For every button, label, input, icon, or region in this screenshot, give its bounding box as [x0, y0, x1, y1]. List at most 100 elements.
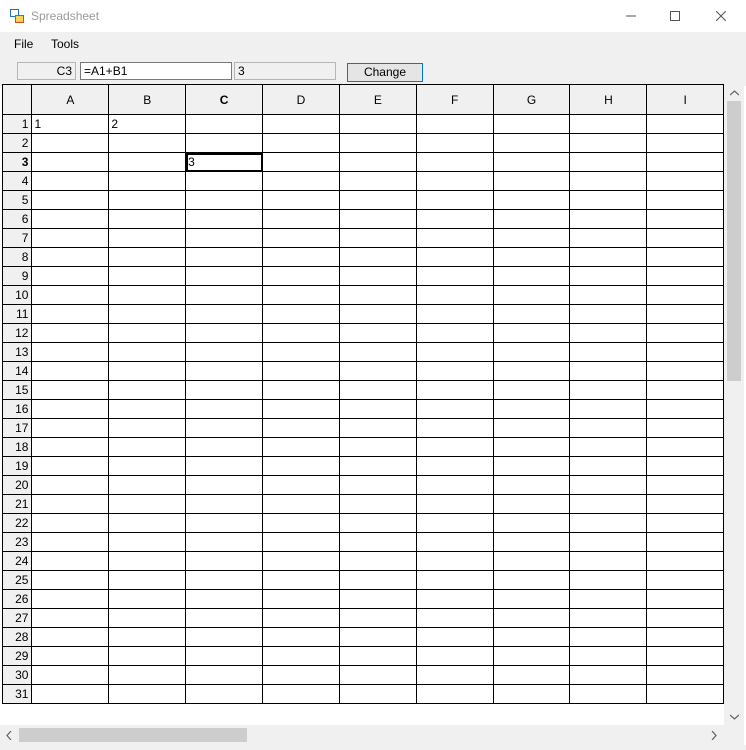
grid-cell[interactable] [108, 171, 187, 191]
grid-cell[interactable] [108, 323, 187, 343]
scroll-left-button[interactable] [0, 725, 17, 745]
grid-cell[interactable] [415, 133, 494, 153]
grid-cell[interactable] [262, 589, 340, 609]
row-header[interactable]: 25 [2, 570, 33, 590]
grid-cell[interactable] [646, 209, 724, 229]
grid-cell[interactable] [569, 494, 648, 514]
row-header[interactable]: 11 [2, 304, 33, 324]
grid-cell[interactable] [262, 247, 340, 267]
grid-cell[interactable] [338, 247, 417, 267]
grid-cell[interactable] [108, 646, 187, 666]
row-header[interactable]: 24 [2, 551, 33, 571]
grid-cell[interactable] [415, 475, 494, 495]
grid-cell[interactable] [569, 589, 648, 609]
grid-cell[interactable] [415, 342, 494, 362]
grid-cell[interactable] [185, 380, 264, 400]
grid-cell[interactable] [338, 513, 417, 533]
grid-cell[interactable] [31, 380, 110, 400]
grid-cell[interactable] [262, 399, 340, 419]
grid-cell[interactable] [569, 190, 648, 210]
row-header[interactable]: 21 [2, 494, 33, 514]
column-header-d[interactable]: D [262, 84, 340, 115]
grid-cell[interactable] [492, 456, 571, 476]
grid-cell[interactable] [185, 665, 264, 685]
grid-cell[interactable] [569, 570, 648, 590]
grid-cell[interactable] [646, 171, 724, 191]
grid-cell[interactable] [262, 456, 340, 476]
grid-cell[interactable] [492, 171, 571, 191]
grid-cell[interactable] [185, 475, 264, 495]
grid-cell[interactable] [415, 532, 494, 552]
grid-cell[interactable] [31, 285, 110, 305]
grid-cell[interactable] [646, 437, 724, 457]
grid-cell[interactable] [31, 684, 110, 704]
grid-cell[interactable] [262, 513, 340, 533]
grid-cell[interactable] [31, 361, 110, 381]
grid-cell[interactable] [262, 209, 340, 229]
menu-tools[interactable]: Tools [51, 37, 79, 51]
row-header[interactable]: 17 [2, 418, 33, 438]
grid-cell[interactable] [262, 684, 340, 704]
column-header-f[interactable]: F [415, 84, 494, 115]
grid-cell[interactable] [262, 646, 340, 666]
minimize-button[interactable] [608, 0, 654, 32]
grid-cell[interactable] [185, 304, 264, 324]
grid-cell[interactable] [108, 380, 187, 400]
grid-cell[interactable] [31, 133, 110, 153]
grid-cell[interactable] [31, 228, 110, 248]
grid-cell[interactable] [415, 551, 494, 571]
row-header[interactable]: 7 [2, 228, 33, 248]
grid-cell[interactable] [646, 304, 724, 324]
row-header[interactable]: 22 [2, 513, 33, 533]
grid-cell[interactable] [569, 380, 648, 400]
column-header-b[interactable]: B [108, 84, 187, 115]
grid-cell[interactable] [338, 380, 417, 400]
grid-cell[interactable] [569, 133, 648, 153]
grid-cell[interactable] [338, 304, 417, 324]
grid-cell[interactable] [338, 475, 417, 495]
grid-cell[interactable] [569, 171, 648, 191]
grid-cell[interactable] [108, 513, 187, 533]
grid-cell[interactable] [415, 437, 494, 457]
grid-cell[interactable] [492, 304, 571, 324]
grid-cell[interactable] [646, 399, 724, 419]
row-header[interactable]: 5 [2, 190, 33, 210]
grid-cell[interactable] [185, 114, 264, 134]
grid-cell[interactable] [646, 285, 724, 305]
scroll-up-button[interactable] [724, 84, 744, 101]
grid-cell[interactable] [262, 437, 340, 457]
grid-cell[interactable] [108, 190, 187, 210]
row-header[interactable]: 8 [2, 247, 33, 267]
grid-cell[interactable] [492, 418, 571, 438]
grid-cell[interactable] [646, 627, 724, 647]
grid-cell[interactable] [185, 532, 264, 552]
grid-cell[interactable] [569, 437, 648, 457]
grid-cell[interactable]: 3 [185, 152, 264, 172]
grid-cell[interactable] [646, 646, 724, 666]
grid-cell[interactable] [108, 228, 187, 248]
grid-cell[interactable] [31, 342, 110, 362]
grid-cell[interactable] [646, 589, 724, 609]
grid-cell[interactable] [646, 456, 724, 476]
grid-cell[interactable] [646, 608, 724, 628]
grid-cell[interactable] [646, 513, 724, 533]
grid-cell[interactable] [415, 399, 494, 419]
grid-cell[interactable] [569, 646, 648, 666]
grid-cell[interactable] [492, 209, 571, 229]
grid-cell[interactable] [569, 266, 648, 286]
grid-cell[interactable] [492, 684, 571, 704]
row-header[interactable]: 26 [2, 589, 33, 609]
grid-cell[interactable] [185, 342, 264, 362]
grid-cell[interactable] [415, 247, 494, 267]
grid-cell[interactable] [338, 228, 417, 248]
grid-cell[interactable]: 2 [108, 114, 187, 134]
grid-cell[interactable] [646, 228, 724, 248]
row-header[interactable]: 13 [2, 342, 33, 362]
grid-cell[interactable] [185, 646, 264, 666]
grid-cell[interactable] [646, 475, 724, 495]
grid-cell[interactable] [338, 646, 417, 666]
grid-cell[interactable] [338, 437, 417, 457]
grid-cell[interactable] [31, 304, 110, 324]
grid-cell[interactable] [108, 266, 187, 286]
row-header[interactable]: 29 [2, 646, 33, 666]
